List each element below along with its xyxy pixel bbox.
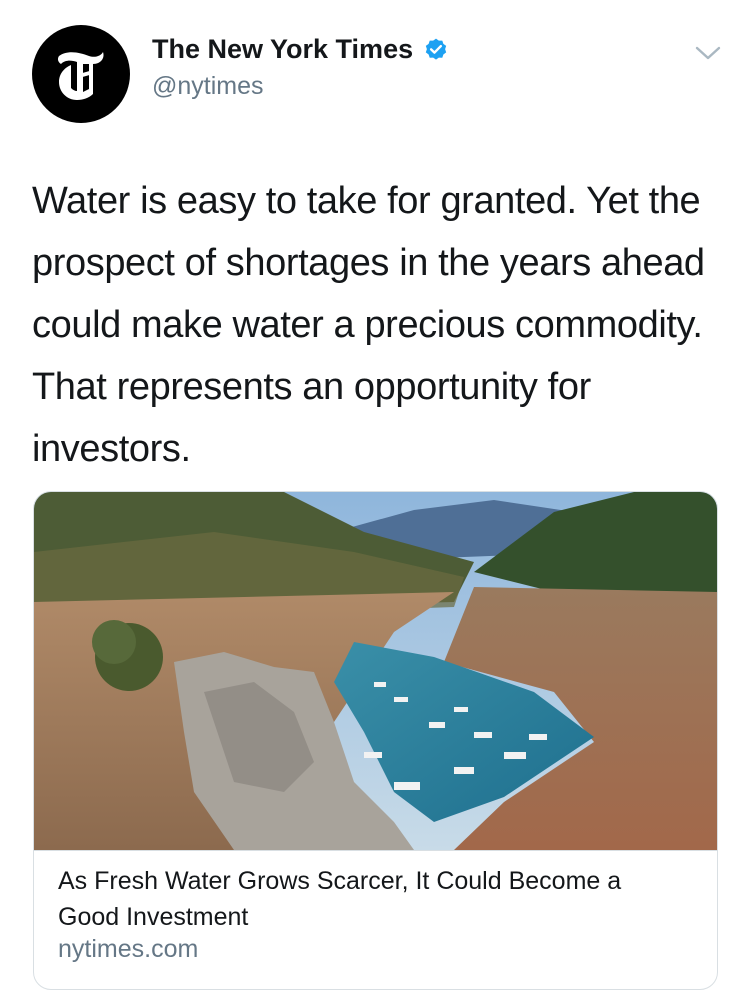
link-card-domain: nytimes.com [58, 935, 199, 963]
author-avatar[interactable] [32, 25, 130, 123]
nyt-logo-icon [57, 52, 104, 100]
author-name-row: The New York Times [152, 34, 449, 65]
tweet-text: Water is easy to take for granted. Yet t… [32, 180, 705, 470]
link-card-meta: As Fresh Water Grows Scarcer, It Could B… [34, 850, 717, 989]
verified-badge-icon [425, 38, 447, 60]
link-card-title[interactable]: As Fresh Water Grows Scarcer, It Could B… [58, 863, 678, 935]
link-card[interactable]: As Fresh Water Grows Scarcer, It Could B… [33, 491, 718, 990]
author-display-name[interactable]: The New York Times [152, 34, 413, 65]
chevron-down-icon[interactable] [694, 44, 722, 62]
reservoir-photo [34, 492, 717, 850]
author-handle[interactable]: @nytimes [152, 72, 264, 101]
